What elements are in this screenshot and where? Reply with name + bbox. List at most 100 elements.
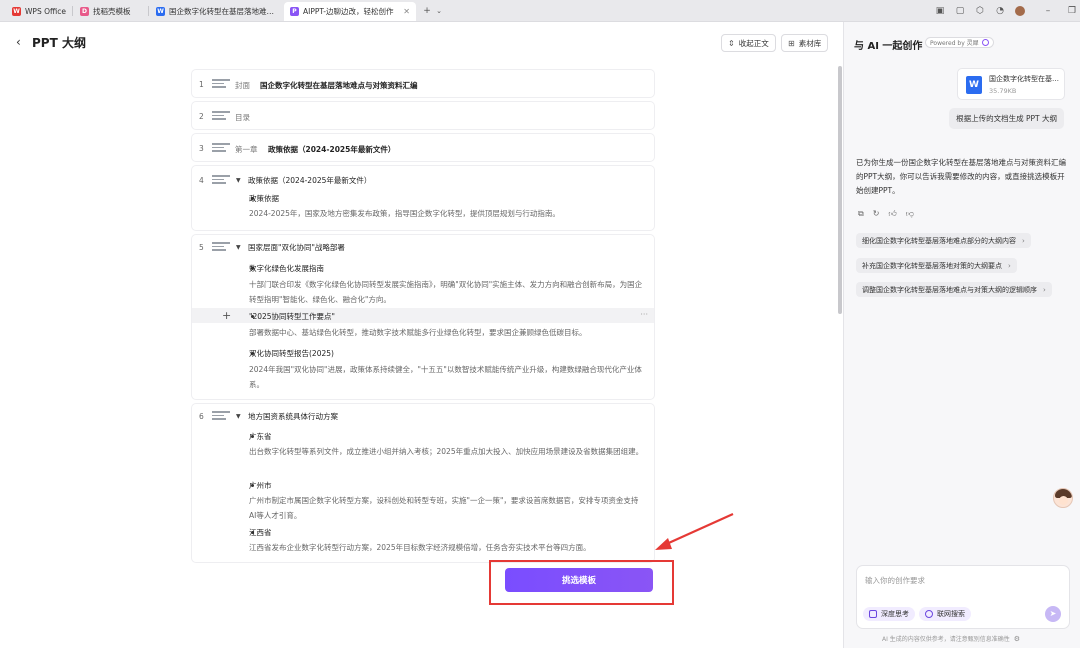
thumbs-up-icon[interactable]: 👍︎	[888, 209, 896, 219]
outline-row-toc[interactable]: 2 目录	[192, 102, 654, 129]
collapse-caret-icon[interactable]: ▼	[236, 413, 241, 420]
slide-type-tag: 第一章	[235, 145, 258, 154]
collapse-body-button[interactable]: ⇕ 收起正文	[721, 34, 776, 52]
item-title: 江西省	[249, 528, 272, 537]
tab-divider	[72, 6, 73, 16]
theme-icon[interactable]: ▣	[935, 6, 945, 16]
powered-by-label: Powered by 灵犀	[930, 40, 979, 47]
uploaded-file-card[interactable]: W 国企数字化转型在基层落地难点与对策资料汇编 35.79KB	[957, 68, 1065, 100]
row-number: 5	[199, 243, 204, 252]
collapse-caret-icon[interactable]: ▼	[236, 177, 241, 184]
back-chevron-icon[interactable]: ‹	[16, 35, 21, 49]
tab-aippt[interactable]: P AIPPT-边聊边改，轻松创作 ✕	[284, 2, 416, 21]
row-number: 4	[199, 176, 204, 185]
regenerate-icon[interactable]: ↻	[873, 209, 880, 219]
cube-icon[interactable]: ⬡	[975, 6, 985, 16]
row-number: 6	[199, 412, 204, 421]
tab-label: AIPPT-边聊边改，轻松创作	[303, 7, 394, 16]
web-search-label: 联网搜索	[937, 610, 965, 618]
tab-wps-office[interactable]: W WPS Office	[6, 2, 68, 21]
avatar-face	[1059, 496, 1068, 505]
lingxi-icon	[981, 39, 989, 46]
tab-word-document[interactable]: W 国企数字化转型在基层落地难点与对	[150, 2, 280, 21]
close-icon[interactable]: ✕	[397, 7, 410, 16]
restore-icon[interactable]: ❐	[1067, 6, 1077, 16]
notification-icon[interactable]: ◔	[995, 6, 1005, 16]
outline-row-chapter[interactable]: 3 第一章 政策依据（2024-2025年最新文件）	[192, 134, 654, 161]
collapse-caret-icon[interactable]: ▼	[236, 244, 241, 251]
deep-thinking-label: 深度思考	[881, 610, 909, 618]
tab-divider	[148, 6, 149, 16]
chevron-right-icon: ›	[1043, 285, 1046, 294]
deep-thinking-toggle[interactable]: 深度思考	[863, 607, 915, 621]
item-title: 政策依据	[249, 194, 279, 203]
settings-gear-icon[interactable]: ⚙	[1014, 635, 1020, 643]
row-number: 2	[199, 112, 204, 121]
material-library-button[interactable]: ⊞ 素材库	[781, 34, 829, 52]
item-text: 出台数字化转型等系列文件，成立推进小组并纳入考核；2025年重点加大投入、加快应…	[249, 447, 644, 456]
item-title: 数字化绿色化发展指南	[249, 264, 324, 273]
chevron-right-icon: ›	[1022, 236, 1025, 245]
wps-icon: W	[12, 7, 21, 16]
collapse-icon: ⇕	[728, 38, 735, 48]
add-item-plus-icon[interactable]: +	[222, 308, 231, 323]
slide-thumb-icon	[212, 79, 230, 89]
slide-thumb-icon	[212, 242, 230, 252]
user-avatar[interactable]	[1015, 6, 1025, 16]
chapter-title: 政策依据（2024-2025年最新文件）	[268, 145, 396, 154]
browser-tab-bar: W WPS Office D 找稻壳模板 W 国企数字化转型在基层落地难点与对 …	[0, 0, 1080, 22]
copy-window-icon[interactable]: ▢	[955, 6, 965, 16]
row-number: 1	[199, 80, 204, 89]
outline-row-cover[interactable]: 1 封面 国企数字化转型在基层落地难点与对策资料汇编	[192, 70, 654, 97]
tab-label: 国企数字化转型在基层落地难点与对	[169, 7, 274, 16]
chevron-down-icon[interactable]: ⌄	[434, 6, 444, 16]
scrollbar[interactable]	[838, 66, 842, 314]
powered-by-badge: Powered by 灵犀	[925, 37, 994, 48]
slide-thumb-icon	[212, 175, 230, 185]
ai-assistant-panel: 与 AI 一起创作 Powered by 灵犀 W 国企数字化转型在基层落地难点…	[843, 22, 1080, 648]
slide-type-tag: 封面	[235, 81, 250, 90]
suggestion-chip[interactable]: 调整国企数字化转型基层落地难点与对策大纲的逻辑顺序 ›	[856, 282, 1052, 297]
suggestion-label: 调整国企数字化转型基层落地难点与对策大纲的逻辑顺序	[862, 285, 1037, 294]
item-text: 十部门联合印发《数字化绿色化协同转型发展实施指南》，明确"双化协同"实施主体、发…	[249, 280, 643, 304]
assistant-avatar[interactable]	[1053, 488, 1073, 508]
cover-title: 国企数字化转型在基层落地难点与对策资料汇编	[260, 81, 418, 90]
outline-header: ‹ PPT 大纲 ⇕ 收起正文 ⊞ 素材库	[0, 22, 843, 62]
section-heading: 国家层面"双化协同"战略部署	[248, 243, 345, 252]
ai-disclaimer: AI 生成的内容仅供参考，请注意甄别信息准确性 ⚙	[882, 634, 1020, 644]
copy-icon[interactable]: ⧉	[858, 209, 864, 219]
item-text: 2024-2025年，国家及地方密集发布政策，指导国企数字化转型，提供顶层规划与…	[249, 209, 560, 218]
web-search-toggle[interactable]: 联网搜索	[919, 607, 971, 621]
select-template-button[interactable]: 挑选模板	[505, 568, 653, 592]
item-title: 广州市	[249, 481, 272, 490]
minimize-icon[interactable]: –	[1043, 6, 1053, 16]
new-tab-plus-icon[interactable]: +	[422, 6, 432, 16]
tab-label: WPS Office	[25, 7, 66, 16]
suggestion-chip[interactable]: 补充国企数字化转型基层落地对策的大纲要点 ›	[856, 258, 1017, 273]
library-icon: ⊞	[788, 38, 795, 48]
thumbs-down-icon[interactable]: 👎︎	[906, 209, 914, 219]
item-text: 部署数据中心、基站绿色化转型，推动数字技术赋能多行业绿色化转型，要求国企兼顾绿色…	[249, 328, 587, 337]
tab-docer-templates[interactable]: D 找稻壳模板	[74, 2, 146, 21]
docer-icon: D	[80, 7, 89, 16]
assistant-title: 与 AI 一起创作	[854, 41, 923, 52]
item-text: 2024年我国"双化协同"进展，政策体系持续健全，"十五五"以数智技术赋能传统产…	[249, 365, 642, 389]
section-heading: 地方国资系统具体行动方案	[248, 412, 338, 421]
slide-thumb-icon	[212, 111, 230, 121]
slide-type-tag: 目录	[235, 113, 250, 122]
prompt-input[interactable]: 输入你的创作要求	[865, 575, 925, 586]
deep-thinking-icon	[869, 610, 877, 618]
collapse-body-label: 收起正文	[738, 38, 769, 48]
prompt-input-box[interactable]: 输入你的创作要求 深度思考 联网搜索 ➤	[856, 565, 1070, 629]
material-library-label: 素材库	[798, 38, 822, 48]
more-options-icon[interactable]: ···	[640, 308, 648, 322]
suggestion-label: 细化国企数字化转型基层落地难点部分的大纲内容	[862, 236, 1016, 245]
word-doc-icon: W	[156, 7, 165, 16]
suggestion-chip[interactable]: 细化国企数字化转型基层落地难点部分的大纲内容 ›	[856, 233, 1031, 248]
file-size: 35.79KB	[989, 87, 1017, 95]
send-button[interactable]: ➤	[1045, 606, 1061, 622]
outline-row-section[interactable]: 4 ▼ 政策依据（2024-2025年最新文件） 政策依据 2024-2025年…	[192, 166, 654, 230]
slide-thumb-icon	[212, 411, 230, 421]
page-title: PPT 大纲	[32, 36, 86, 50]
outline-row-section[interactable]: 6 ▼ 地方国资系统具体行动方案 广东省 出台数字化转型等系列文件，成立推进小组…	[192, 404, 654, 562]
